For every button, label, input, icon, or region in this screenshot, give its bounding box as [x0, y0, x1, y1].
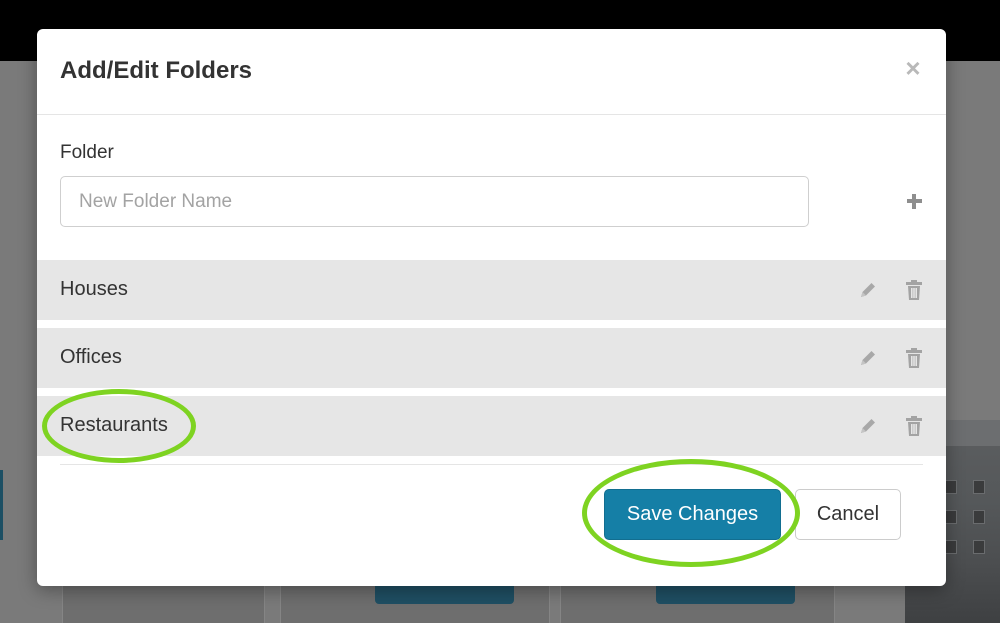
trash-icon[interactable]	[905, 415, 923, 437]
background-button	[656, 585, 795, 604]
footer-divider	[60, 464, 923, 465]
folder-row-restaurants: Restaurants	[37, 396, 946, 456]
pencil-icon[interactable]	[858, 416, 878, 436]
folder-name: Restaurants	[60, 414, 168, 436]
new-folder-name-input[interactable]	[60, 176, 809, 227]
folder-field-label: Folder	[60, 142, 114, 163]
folder-row-houses: Houses	[37, 260, 946, 320]
trash-icon[interactable]	[905, 279, 923, 301]
close-button[interactable]: ×	[901, 55, 925, 81]
pencil-icon[interactable]	[858, 348, 878, 368]
folder-name: Houses	[60, 278, 128, 300]
cancel-button[interactable]: Cancel	[795, 489, 901, 540]
trash-icon[interactable]	[905, 347, 923, 369]
modal-title: Add/Edit Folders	[60, 57, 252, 84]
folder-row-offices: Offices	[37, 328, 946, 388]
background-card	[62, 585, 265, 623]
plus-icon[interactable]	[902, 189, 926, 213]
background-button	[375, 585, 514, 604]
pencil-icon[interactable]	[858, 280, 878, 300]
modal-header: Add/Edit Folders ×	[37, 29, 946, 115]
save-changes-button[interactable]: Save Changes	[604, 489, 781, 540]
add-edit-folders-modal: Add/Edit Folders × Folder Houses Offices	[37, 29, 946, 586]
folder-name: Offices	[60, 346, 122, 368]
background-accent	[0, 470, 3, 540]
